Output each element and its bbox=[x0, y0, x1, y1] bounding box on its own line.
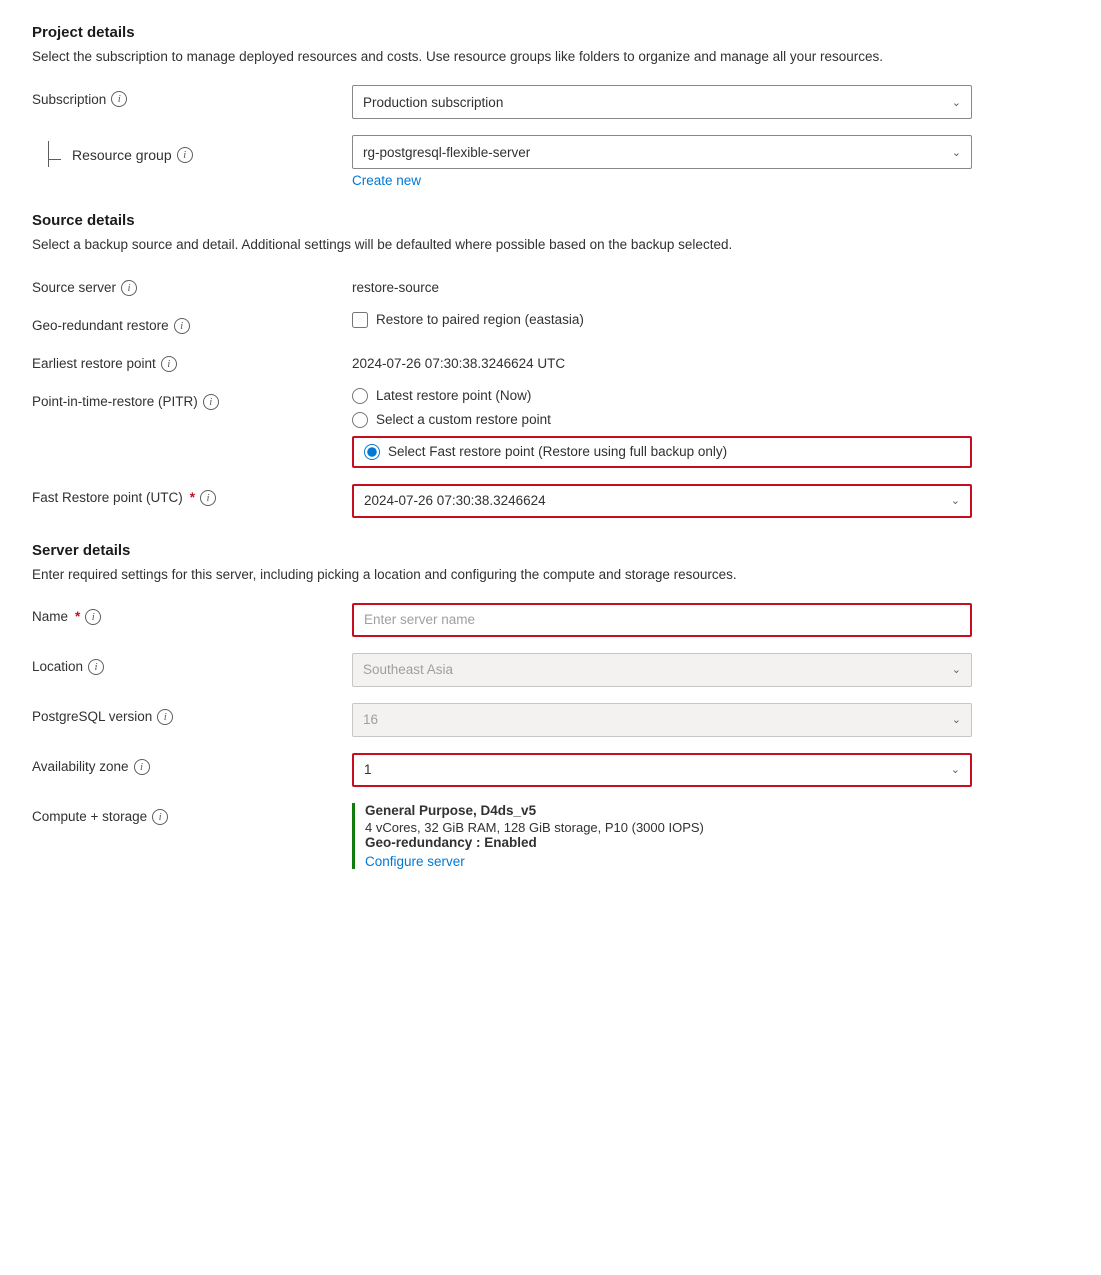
compute-details-text: 4 vCores, 32 GiB RAM, 128 GiB storage, P… bbox=[365, 820, 972, 835]
fast-restore-control: 2024-07-26 07:30:38.3246624 ⌄ bbox=[352, 484, 972, 518]
source-details-title: Source details bbox=[32, 212, 1069, 229]
availability-zone-info-icon[interactable]: i bbox=[134, 759, 150, 775]
create-new-link[interactable]: Create new bbox=[352, 173, 421, 188]
pitr-label: Point-in-time-restore (PITR) i bbox=[32, 388, 352, 410]
resource-group-row: Resource group i rg-postgresql-flexible-… bbox=[32, 135, 1069, 188]
resource-group-info-icon[interactable]: i bbox=[177, 147, 193, 163]
pitr-radio-group: Latest restore point (Now) Select a cust… bbox=[352, 388, 972, 468]
postgresql-version-dropdown: 16 ⌄ bbox=[352, 703, 972, 737]
source-details-section: Source details Select a backup source an… bbox=[32, 212, 1069, 517]
resource-group-indent: Resource group i bbox=[32, 135, 352, 167]
subscription-row: Subscription i Production subscription ⌄ bbox=[32, 85, 1069, 119]
project-details-title: Project details bbox=[32, 24, 1069, 41]
name-info-icon[interactable]: i bbox=[85, 609, 101, 625]
source-details-desc: Select a backup source and detail. Addit… bbox=[32, 235, 1069, 255]
source-server-row: Source server i restore-source bbox=[32, 274, 1069, 296]
pitr-control: Latest restore point (Now) Select a cust… bbox=[352, 388, 972, 468]
geo-redundant-checkbox-row: Restore to paired region (eastasia) bbox=[352, 312, 972, 328]
server-details-section: Server details Enter required settings f… bbox=[32, 542, 1069, 869]
subscription-control: Production subscription ⌄ bbox=[352, 85, 972, 119]
geo-redundant-row: Geo-redundant restore i Restore to paire… bbox=[32, 312, 1069, 334]
location-info-icon[interactable]: i bbox=[88, 659, 104, 675]
compute-storage-control: General Purpose, D4ds_v5 4 vCores, 32 Gi… bbox=[352, 803, 972, 869]
availability-zone-chevron-icon: ⌄ bbox=[951, 763, 960, 776]
source-server-label: Source server i bbox=[32, 274, 352, 296]
fast-restore-row: Fast Restore point (UTC) * i 2024-07-26 … bbox=[32, 484, 1069, 518]
location-dropdown: Southeast Asia ⌄ bbox=[352, 653, 972, 687]
source-server-info-icon[interactable]: i bbox=[121, 280, 137, 296]
server-details-desc: Enter required settings for this server,… bbox=[32, 565, 1069, 585]
earliest-restore-row: Earliest restore point i 2024-07-26 07:3… bbox=[32, 350, 1069, 372]
source-server-control: restore-source bbox=[352, 274, 972, 295]
project-details-desc: Select the subscription to manage deploy… bbox=[32, 47, 1069, 67]
source-server-value: restore-source bbox=[352, 274, 972, 295]
postgresql-version-info-icon[interactable]: i bbox=[157, 709, 173, 725]
resource-group-control: rg-postgresql-flexible-server ⌄ Create n… bbox=[352, 135, 972, 188]
name-control bbox=[352, 603, 972, 637]
earliest-restore-info-icon[interactable]: i bbox=[161, 356, 177, 372]
earliest-restore-label: Earliest restore point i bbox=[32, 350, 352, 372]
name-required: * bbox=[75, 609, 80, 624]
compute-tier: General Purpose, D4ds_v5 bbox=[365, 803, 972, 818]
compute-storage-details: General Purpose, D4ds_v5 4 vCores, 32 Gi… bbox=[352, 803, 972, 869]
configure-server-link[interactable]: Configure server bbox=[365, 854, 465, 869]
postgresql-version-chevron-icon: ⌄ bbox=[952, 713, 961, 726]
project-details-section: Project details Select the subscription … bbox=[32, 24, 1069, 188]
earliest-restore-control: 2024-07-26 07:30:38.3246624 UTC bbox=[352, 350, 972, 371]
subscription-chevron-icon: ⌄ bbox=[952, 96, 961, 109]
name-label: Name * i bbox=[32, 603, 352, 625]
compute-storage-row: Compute + storage i General Purpose, D4d… bbox=[32, 803, 1069, 869]
subscription-label: Subscription i bbox=[32, 85, 352, 107]
geo-redundancy-text: Geo-redundancy : Enabled bbox=[365, 835, 972, 850]
postgresql-version-control: 16 ⌄ bbox=[352, 703, 972, 737]
fast-restore-info-icon[interactable]: i bbox=[200, 490, 216, 506]
resource-group-dropdown[interactable]: rg-postgresql-flexible-server ⌄ bbox=[352, 135, 972, 169]
subscription-info-icon[interactable]: i bbox=[111, 91, 127, 107]
geo-redundant-control: Restore to paired region (eastasia) bbox=[352, 312, 972, 328]
radio-fast-option[interactable]: Select Fast restore point (Restore using… bbox=[352, 436, 972, 468]
radio-fast-input[interactable] bbox=[364, 444, 380, 460]
availability-zone-control: 1 ⌄ bbox=[352, 753, 972, 787]
radio-custom-input[interactable] bbox=[352, 412, 368, 428]
location-control: Southeast Asia ⌄ bbox=[352, 653, 972, 687]
geo-redundant-checkbox[interactable] bbox=[352, 312, 368, 328]
location-row: Location i Southeast Asia ⌄ bbox=[32, 653, 1069, 687]
geo-redundant-info-icon[interactable]: i bbox=[174, 318, 190, 334]
radio-latest-input[interactable] bbox=[352, 388, 368, 404]
location-label: Location i bbox=[32, 653, 352, 675]
fast-restore-required: * bbox=[190, 490, 195, 505]
pitr-info-icon[interactable]: i bbox=[203, 394, 219, 410]
postgresql-version-label: PostgreSQL version i bbox=[32, 703, 352, 725]
fast-restore-chevron-icon: ⌄ bbox=[951, 494, 960, 507]
postgresql-version-row: PostgreSQL version i 16 ⌄ bbox=[32, 703, 1069, 737]
radio-custom-option[interactable]: Select a custom restore point bbox=[352, 412, 972, 428]
availability-zone-label: Availability zone i bbox=[32, 753, 352, 775]
geo-redundant-label: Geo-redundant restore i bbox=[32, 312, 352, 334]
resource-group-chevron-icon: ⌄ bbox=[952, 146, 961, 159]
compute-storage-info-icon[interactable]: i bbox=[152, 809, 168, 825]
server-details-title: Server details bbox=[32, 542, 1069, 559]
subscription-dropdown[interactable]: Production subscription ⌄ bbox=[352, 85, 972, 119]
earliest-restore-value: 2024-07-26 07:30:38.3246624 UTC bbox=[352, 350, 972, 371]
location-chevron-icon: ⌄ bbox=[952, 663, 961, 676]
name-input[interactable] bbox=[352, 603, 972, 637]
availability-zone-row: Availability zone i 1 ⌄ bbox=[32, 753, 1069, 787]
compute-storage-label: Compute + storage i bbox=[32, 803, 352, 825]
pitr-row: Point-in-time-restore (PITR) i Latest re… bbox=[32, 388, 1069, 468]
name-row: Name * i bbox=[32, 603, 1069, 637]
radio-latest-option[interactable]: Latest restore point (Now) bbox=[352, 388, 972, 404]
fast-restore-dropdown[interactable]: 2024-07-26 07:30:38.3246624 ⌄ bbox=[352, 484, 972, 518]
fast-restore-label: Fast Restore point (UTC) * i bbox=[32, 484, 352, 506]
availability-zone-dropdown[interactable]: 1 ⌄ bbox=[352, 753, 972, 787]
